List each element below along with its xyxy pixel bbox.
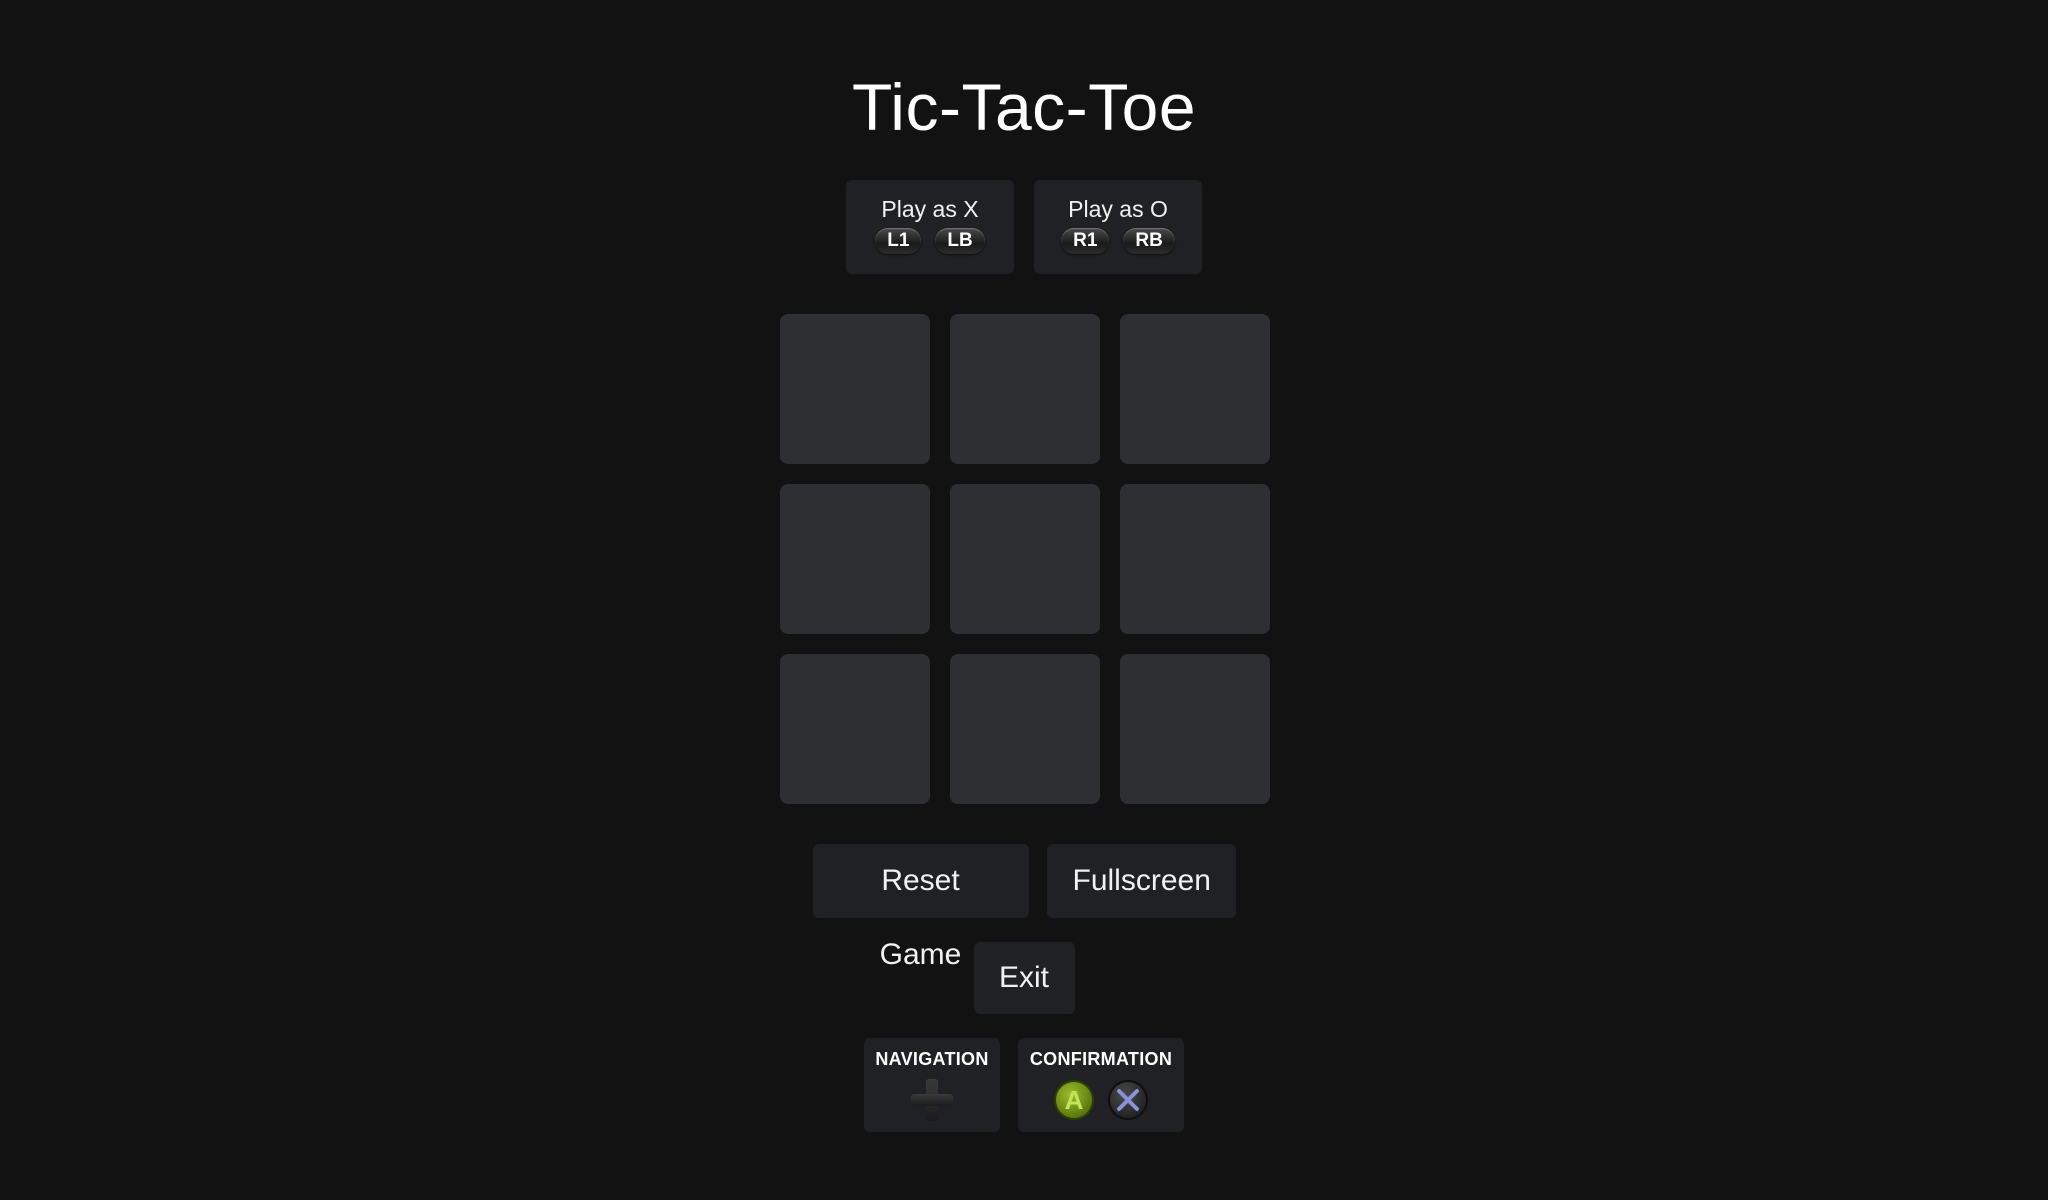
board-cell-2[interactable] xyxy=(950,314,1100,464)
play-as-o-button[interactable]: Play as O R1 RB xyxy=(1034,180,1202,274)
confirmation-hint: CONFIRMATION A xyxy=(1018,1038,1184,1132)
player-select: Play as X L1 LB Play as O R1 RB xyxy=(846,180,1202,274)
navigation-hint: NAVIGATION xyxy=(864,1038,1000,1132)
l1-button-badge: L1 xyxy=(875,228,922,254)
play-as-x-shortcuts: L1 LB xyxy=(875,228,985,254)
lb-button-badge: LB xyxy=(935,228,985,254)
play-as-o-shortcuts: R1 RB xyxy=(1061,228,1175,254)
board-cell-3[interactable] xyxy=(1120,314,1270,464)
reset-game-button[interactable]: Reset Game xyxy=(812,844,1029,971)
exit-row: Exit xyxy=(0,942,2048,1014)
r1-button-badge: R1 xyxy=(1061,228,1110,254)
controller-hints: NAVIGATION CONFIRMATION A xyxy=(864,1038,1184,1132)
confirmation-hint-icons: A xyxy=(1054,1078,1148,1122)
play-as-x-label: Play as X xyxy=(881,196,979,222)
cross-button-icon xyxy=(1108,1080,1148,1120)
board-cell-1[interactable] xyxy=(780,314,930,464)
board-cell-9[interactable] xyxy=(1120,654,1270,804)
game-title: Tic-Tac-Toe xyxy=(851,70,1197,144)
board-cell-6[interactable] xyxy=(1120,484,1270,634)
rb-button-badge: RB xyxy=(1123,228,1175,254)
fullscreen-button[interactable]: Fullscreen xyxy=(1046,844,1236,918)
board-cell-5[interactable] xyxy=(950,484,1100,634)
board-cell-4[interactable] xyxy=(780,484,930,634)
navigation-hint-icons xyxy=(911,1078,953,1122)
board-cell-7[interactable] xyxy=(780,654,930,804)
board-cell-8[interactable] xyxy=(950,654,1100,804)
play-as-o-label: Play as O xyxy=(1068,196,1168,222)
a-button-icon: A xyxy=(1054,1080,1094,1120)
exit-button[interactable]: Exit xyxy=(973,942,1075,1014)
game-screen: Tic-Tac-Toe Play as X L1 LB Play as O R1… xyxy=(0,0,2048,1200)
game-actions: Reset Game Fullscreen xyxy=(0,844,2048,971)
play-as-x-button[interactable]: Play as X L1 LB xyxy=(846,180,1014,274)
game-board xyxy=(780,314,1270,804)
confirmation-hint-title: CONFIRMATION xyxy=(1029,1049,1173,1069)
navigation-hint-title: NAVIGATION xyxy=(875,1049,989,1069)
dpad-icon xyxy=(911,1079,953,1121)
